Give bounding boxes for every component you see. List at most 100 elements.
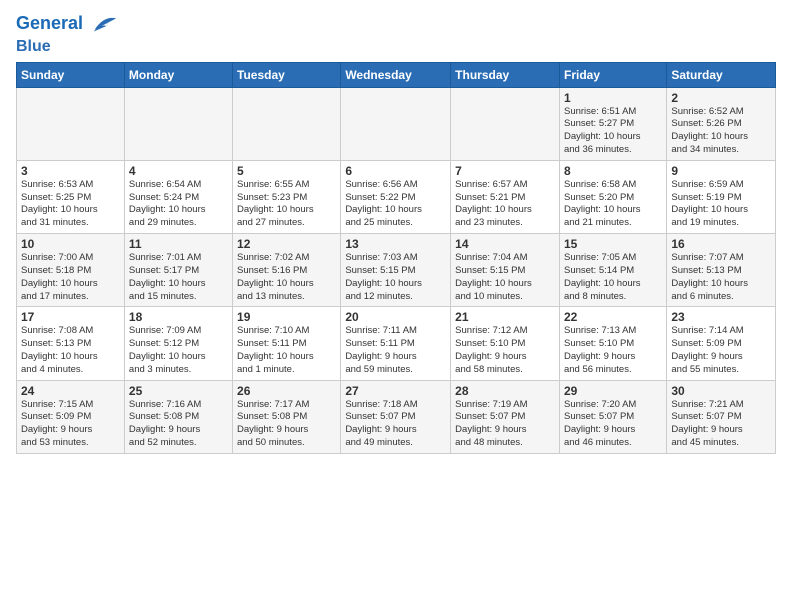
logo: General Blue	[16, 10, 118, 56]
day-number: 1	[564, 91, 662, 105]
day-info: Sunrise: 7:19 AM Sunset: 5:07 PM Dayligh…	[455, 399, 555, 450]
day-number: 21	[455, 310, 555, 324]
day-cell: 20Sunrise: 7:11 AM Sunset: 5:11 PM Dayli…	[341, 307, 451, 380]
day-number: 17	[21, 310, 120, 324]
day-cell: 12Sunrise: 7:02 AM Sunset: 5:16 PM Dayli…	[233, 234, 341, 307]
weekday-header-friday: Friday	[559, 62, 666, 87]
logo-text-block: General Blue	[16, 10, 118, 56]
day-number: 20	[345, 310, 446, 324]
day-number: 26	[237, 384, 336, 398]
day-number: 15	[564, 237, 662, 251]
day-info: Sunrise: 7:07 AM Sunset: 5:13 PM Dayligh…	[671, 252, 771, 303]
day-number: 29	[564, 384, 662, 398]
day-number: 16	[671, 237, 771, 251]
day-info: Sunrise: 7:03 AM Sunset: 5:15 PM Dayligh…	[345, 252, 446, 303]
day-info: Sunrise: 6:51 AM Sunset: 5:27 PM Dayligh…	[564, 106, 662, 157]
day-cell	[17, 87, 125, 160]
week-row-3: 10Sunrise: 7:00 AM Sunset: 5:18 PM Dayli…	[17, 234, 776, 307]
day-cell: 19Sunrise: 7:10 AM Sunset: 5:11 PM Dayli…	[233, 307, 341, 380]
day-cell: 29Sunrise: 7:20 AM Sunset: 5:07 PM Dayli…	[559, 380, 666, 453]
day-number: 2	[671, 91, 771, 105]
weekday-header-saturday: Saturday	[667, 62, 776, 87]
day-cell: 9Sunrise: 6:59 AM Sunset: 5:19 PM Daylig…	[667, 160, 776, 233]
day-info: Sunrise: 7:12 AM Sunset: 5:10 PM Dayligh…	[455, 325, 555, 376]
day-number: 14	[455, 237, 555, 251]
day-number: 3	[21, 164, 120, 178]
day-number: 24	[21, 384, 120, 398]
day-info: Sunrise: 7:14 AM Sunset: 5:09 PM Dayligh…	[671, 325, 771, 376]
weekday-header-monday: Monday	[124, 62, 232, 87]
day-cell: 2Sunrise: 6:52 AM Sunset: 5:26 PM Daylig…	[667, 87, 776, 160]
day-number: 4	[129, 164, 228, 178]
day-info: Sunrise: 7:10 AM Sunset: 5:11 PM Dayligh…	[237, 325, 336, 376]
day-cell	[341, 87, 451, 160]
day-info: Sunrise: 7:00 AM Sunset: 5:18 PM Dayligh…	[21, 252, 120, 303]
day-cell	[233, 87, 341, 160]
day-number: 12	[237, 237, 336, 251]
day-cell: 8Sunrise: 6:58 AM Sunset: 5:20 PM Daylig…	[559, 160, 666, 233]
day-cell: 22Sunrise: 7:13 AM Sunset: 5:10 PM Dayli…	[559, 307, 666, 380]
day-info: Sunrise: 7:05 AM Sunset: 5:14 PM Dayligh…	[564, 252, 662, 303]
day-cell: 18Sunrise: 7:09 AM Sunset: 5:12 PM Dayli…	[124, 307, 232, 380]
day-info: Sunrise: 7:13 AM Sunset: 5:10 PM Dayligh…	[564, 325, 662, 376]
day-info: Sunrise: 7:15 AM Sunset: 5:09 PM Dayligh…	[21, 399, 120, 450]
day-info: Sunrise: 7:04 AM Sunset: 5:15 PM Dayligh…	[455, 252, 555, 303]
day-info: Sunrise: 6:55 AM Sunset: 5:23 PM Dayligh…	[237, 179, 336, 230]
day-number: 13	[345, 237, 446, 251]
day-info: Sunrise: 6:53 AM Sunset: 5:25 PM Dayligh…	[21, 179, 120, 230]
day-cell: 1Sunrise: 6:51 AM Sunset: 5:27 PM Daylig…	[559, 87, 666, 160]
day-cell: 14Sunrise: 7:04 AM Sunset: 5:15 PM Dayli…	[451, 234, 560, 307]
header: General Blue	[16, 10, 776, 56]
weekday-header-wednesday: Wednesday	[341, 62, 451, 87]
day-cell: 28Sunrise: 7:19 AM Sunset: 5:07 PM Dayli…	[451, 380, 560, 453]
day-info: Sunrise: 6:59 AM Sunset: 5:19 PM Dayligh…	[671, 179, 771, 230]
day-cell: 13Sunrise: 7:03 AM Sunset: 5:15 PM Dayli…	[341, 234, 451, 307]
day-cell: 17Sunrise: 7:08 AM Sunset: 5:13 PM Dayli…	[17, 307, 125, 380]
day-number: 6	[345, 164, 446, 178]
week-row-1: 1Sunrise: 6:51 AM Sunset: 5:27 PM Daylig…	[17, 87, 776, 160]
day-number: 28	[455, 384, 555, 398]
day-info: Sunrise: 7:18 AM Sunset: 5:07 PM Dayligh…	[345, 399, 446, 450]
day-number: 9	[671, 164, 771, 178]
day-info: Sunrise: 7:01 AM Sunset: 5:17 PM Dayligh…	[129, 252, 228, 303]
logo-blue: Blue	[16, 38, 118, 56]
day-cell	[451, 87, 560, 160]
day-cell: 23Sunrise: 7:14 AM Sunset: 5:09 PM Dayli…	[667, 307, 776, 380]
day-number: 27	[345, 384, 446, 398]
day-number: 5	[237, 164, 336, 178]
day-info: Sunrise: 6:54 AM Sunset: 5:24 PM Dayligh…	[129, 179, 228, 230]
weekday-header-tuesday: Tuesday	[233, 62, 341, 87]
day-cell: 3Sunrise: 6:53 AM Sunset: 5:25 PM Daylig…	[17, 160, 125, 233]
logo-general: General	[16, 13, 83, 33]
day-info: Sunrise: 7:21 AM Sunset: 5:07 PM Dayligh…	[671, 399, 771, 450]
day-cell: 15Sunrise: 7:05 AM Sunset: 5:14 PM Dayli…	[559, 234, 666, 307]
page: General Blue SundayMondayTuesdayWednesda…	[0, 0, 792, 464]
day-info: Sunrise: 7:09 AM Sunset: 5:12 PM Dayligh…	[129, 325, 228, 376]
day-number: 25	[129, 384, 228, 398]
day-info: Sunrise: 7:20 AM Sunset: 5:07 PM Dayligh…	[564, 399, 662, 450]
day-cell: 25Sunrise: 7:16 AM Sunset: 5:08 PM Dayli…	[124, 380, 232, 453]
day-cell: 10Sunrise: 7:00 AM Sunset: 5:18 PM Dayli…	[17, 234, 125, 307]
day-number: 30	[671, 384, 771, 398]
logo-bird-icon	[90, 10, 118, 38]
day-cell: 30Sunrise: 7:21 AM Sunset: 5:07 PM Dayli…	[667, 380, 776, 453]
day-info: Sunrise: 6:57 AM Sunset: 5:21 PM Dayligh…	[455, 179, 555, 230]
day-info: Sunrise: 7:17 AM Sunset: 5:08 PM Dayligh…	[237, 399, 336, 450]
calendar-table: SundayMondayTuesdayWednesdayThursdayFrid…	[16, 62, 776, 454]
day-number: 19	[237, 310, 336, 324]
week-row-5: 24Sunrise: 7:15 AM Sunset: 5:09 PM Dayli…	[17, 380, 776, 453]
day-cell: 4Sunrise: 6:54 AM Sunset: 5:24 PM Daylig…	[124, 160, 232, 233]
day-info: Sunrise: 7:16 AM Sunset: 5:08 PM Dayligh…	[129, 399, 228, 450]
weekday-header-thursday: Thursday	[451, 62, 560, 87]
day-cell: 26Sunrise: 7:17 AM Sunset: 5:08 PM Dayli…	[233, 380, 341, 453]
day-number: 18	[129, 310, 228, 324]
day-cell: 21Sunrise: 7:12 AM Sunset: 5:10 PM Dayli…	[451, 307, 560, 380]
day-cell: 16Sunrise: 7:07 AM Sunset: 5:13 PM Dayli…	[667, 234, 776, 307]
weekday-header-row: SundayMondayTuesdayWednesdayThursdayFrid…	[17, 62, 776, 87]
day-cell	[124, 87, 232, 160]
weekday-header-sunday: Sunday	[17, 62, 125, 87]
day-cell: 24Sunrise: 7:15 AM Sunset: 5:09 PM Dayli…	[17, 380, 125, 453]
day-info: Sunrise: 6:58 AM Sunset: 5:20 PM Dayligh…	[564, 179, 662, 230]
day-number: 7	[455, 164, 555, 178]
day-info: Sunrise: 7:11 AM Sunset: 5:11 PM Dayligh…	[345, 325, 446, 376]
